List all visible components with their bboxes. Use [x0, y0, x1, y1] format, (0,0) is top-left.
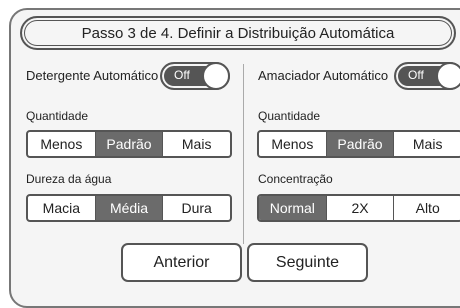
water-hardness-option-macia[interactable]: Macia — [28, 196, 95, 220]
detergent-quantity-option-mais[interactable]: Mais — [162, 132, 230, 156]
toggle-knob — [202, 62, 230, 90]
concentration-option-normal[interactable]: Normal — [259, 196, 326, 220]
detergent-quantity-option-padrao[interactable]: Padrão — [94, 132, 163, 156]
concentration-option-alto[interactable]: Alto — [393, 196, 460, 220]
back-button-label: Anterior — [153, 253, 210, 271]
auto-softener-toggle[interactable]: Off — [394, 62, 460, 90]
toggle-knob — [436, 62, 460, 90]
concentration-selector: Normal 2X Alto — [257, 194, 460, 222]
softener-quantity-selector: Menos Padrão Mais — [257, 130, 460, 158]
water-hardness-selector: Macia Média Dura — [26, 194, 232, 222]
back-button[interactable]: Anterior — [121, 243, 242, 282]
water-hardness-option-dura[interactable]: Dura — [162, 196, 230, 220]
detergent-quantity-label: Quantidade — [26, 109, 89, 123]
step-title: Passo 3 de 4. Definir a Distribuição Aut… — [20, 16, 456, 50]
auto-detergent-toggle[interactable]: Off — [160, 62, 230, 90]
detergent-quantity-option-menos[interactable]: Menos — [28, 132, 95, 156]
next-button-label: Seguinte — [275, 253, 340, 271]
water-hardness-label: Dureza da água — [26, 172, 112, 186]
auto-detergent-toggle-state: Off — [174, 68, 190, 82]
step-title-text: Passo 3 de 4. Definir a Distribuição Aut… — [81, 24, 395, 42]
softener-quantity-option-padrao[interactable]: Padrão — [325, 132, 394, 156]
softener-quantity-option-mais[interactable]: Mais — [393, 132, 460, 156]
softener-quantity-option-menos[interactable]: Menos — [259, 132, 326, 156]
concentration-label: Concentração — [258, 172, 333, 186]
auto-softener-toggle-state: Off — [408, 68, 424, 82]
concentration-option-2x[interactable]: 2X — [325, 196, 394, 220]
auto-detergent-label: Detergente Automático — [26, 68, 159, 83]
next-button[interactable]: Seguinte — [247, 243, 368, 282]
column-divider — [243, 64, 244, 244]
auto-softener-label: Amaciador Automático — [258, 68, 389, 83]
water-hardness-option-media[interactable]: Média — [94, 196, 163, 220]
softener-quantity-label: Quantidade — [258, 109, 321, 123]
detergent-quantity-selector: Menos Padrão Mais — [26, 130, 232, 158]
